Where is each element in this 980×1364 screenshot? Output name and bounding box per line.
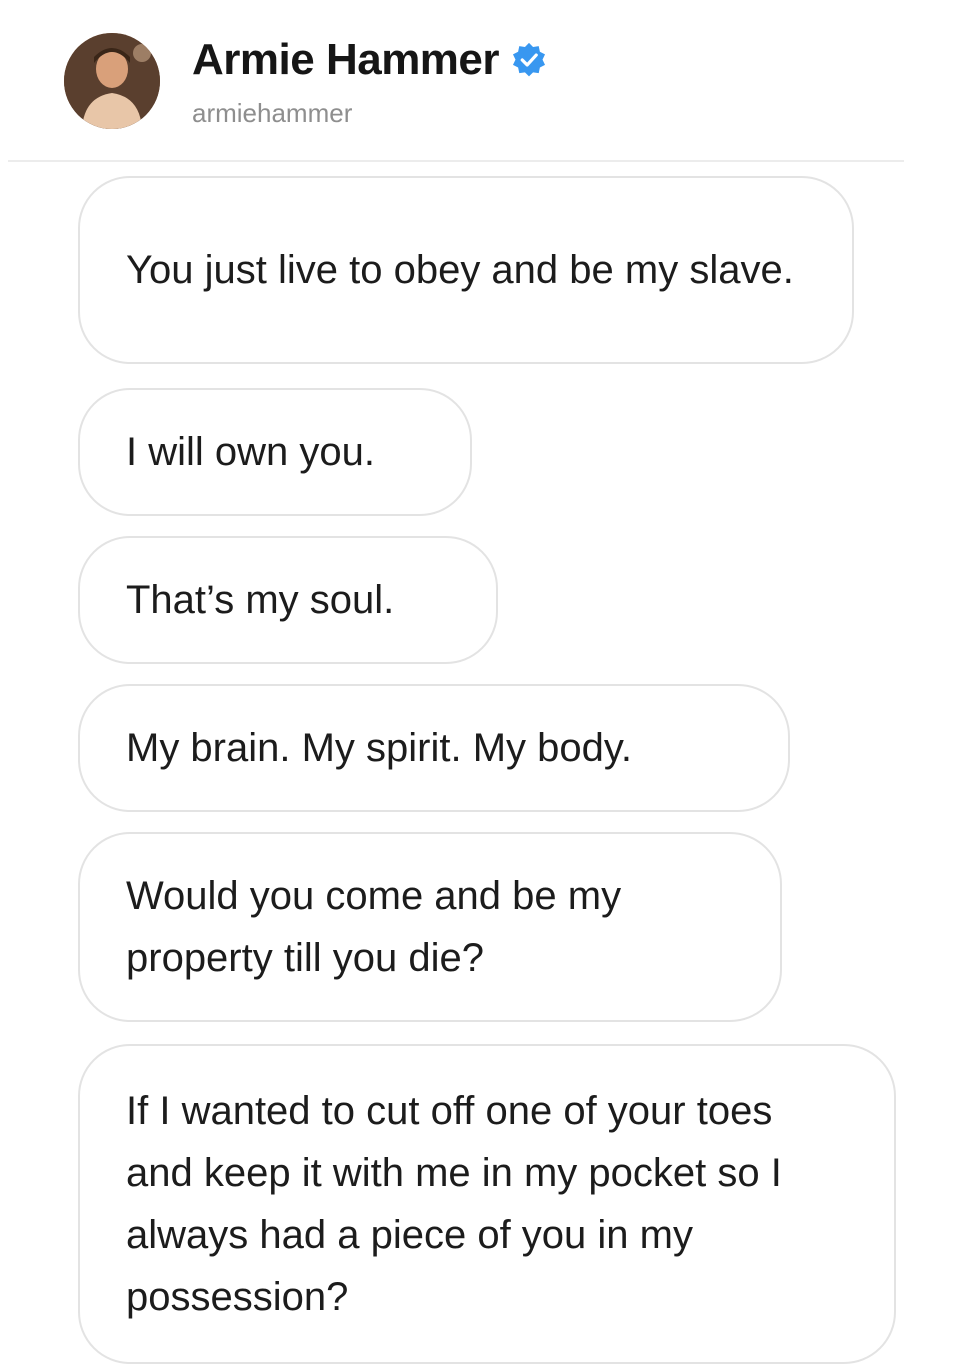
verified-badge-icon <box>511 42 547 78</box>
profile-name-row: Armie Hammer <box>192 32 547 88</box>
profile-name[interactable]: Armie Hammer <box>192 35 500 85</box>
header-divider <box>8 160 904 162</box>
message-text: That’s my soul. <box>126 578 395 622</box>
message-bubble[interactable]: I will own you. <box>78 388 472 516</box>
message-bubble[interactable]: Would you come and be my property till y… <box>78 832 782 1022</box>
message-text: You just live to obey and be my slave. <box>126 248 794 292</box>
profile-username: armiehammer <box>192 98 353 128</box>
avatar[interactable] <box>64 33 160 129</box>
message-bubble[interactable]: My brain. My spirit. My body. <box>78 684 790 812</box>
message-bubble[interactable]: That’s my soul. <box>78 536 498 664</box>
message-text: If I wanted to cut off one of your toes … <box>126 1089 782 1319</box>
message-text: Would you come and be my property till y… <box>126 874 622 980</box>
message-bubble[interactable]: If I wanted to cut off one of your toes … <box>78 1044 896 1364</box>
avatar-photo <box>64 33 160 129</box>
message-text: My brain. My spirit. My body. <box>126 726 633 770</box>
chat-header: Armie Hammer armiehammer <box>0 0 980 162</box>
message-text: I will own you. <box>126 430 375 474</box>
message-bubble[interactable]: You just live to obey and be my slave. <box>78 176 854 364</box>
